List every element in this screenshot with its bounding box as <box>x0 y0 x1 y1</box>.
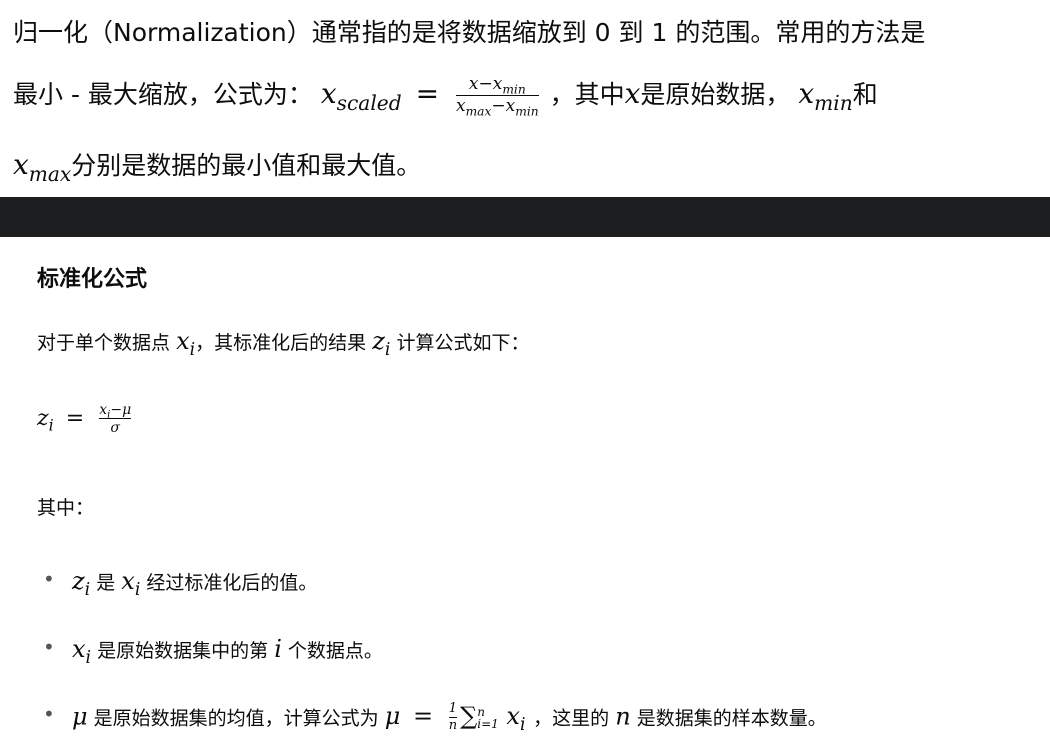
dark-divider-bar <box>0 197 1050 237</box>
minmax-denominator: xmax−xmin <box>455 95 539 119</box>
p1-part-c: 计算公式如下： <box>396 332 530 354</box>
minmax-fraction: x−xmin xmax−xmin <box>455 74 539 119</box>
formula-lhs: zi <box>37 405 54 435</box>
p1-part-a: 对于单个数据点 <box>37 332 171 354</box>
x-i-symbol: xi <box>121 567 141 601</box>
n-symbol: n <box>615 702 631 731</box>
x-scaled-symbol: xscaled <box>320 77 402 116</box>
mu-symbol: μ <box>72 702 88 731</box>
x-symbol: x <box>624 77 641 110</box>
z-i-symbol: zi <box>72 567 91 601</box>
paragraph-intro: 对于单个数据点 xi，其标准化后的结果 zi 计算公式如下： <box>37 327 530 361</box>
and-word: 和 <box>852 80 878 109</box>
section-heading: 标准化公式 <box>37 267 148 292</box>
i-symbol: i <box>274 635 282 663</box>
z-i-symbol: zi <box>372 327 391 361</box>
where-label: 其中： <box>37 497 95 519</box>
intro-l3-suffix: 分别是数据的最小值和最大值。 <box>71 151 422 180</box>
intro-line-1: 归一化（Normalization）通常指的是将数据缩放到 0 到 1 的范围。… <box>13 18 926 47</box>
equals-sign: = <box>415 77 440 110</box>
intro-l2-mid: ，其中 <box>549 80 625 109</box>
x-min-symbol: xmin <box>798 77 853 116</box>
zscore-numerator: xi−μ <box>99 402 132 421</box>
zscore-fraction: xi−μ σ <box>99 402 132 436</box>
x-i-symbol: xi <box>176 327 196 361</box>
list-item: xi 是原始数据集中的第 i 个数据点。 <box>37 635 383 669</box>
minmax-numerator: x−xmin <box>468 74 526 97</box>
list-item: zi 是 xi 经过标准化后的值。 <box>37 567 317 601</box>
mean-formula: μ = 1 n ∑ n i=1 xi <box>384 701 526 736</box>
zscore-formula: zi = xi−μ σ <box>37 402 134 436</box>
intro-l2-prefix: 最小 - 最大缩放，公式为： <box>13 80 313 109</box>
zscore-denominator: σ <box>99 418 132 436</box>
x-max-symbol: xmax <box>13 148 72 187</box>
intro-line-3: xmax分别是数据的最小值和最大值。 <box>13 146 422 187</box>
x-i-symbol: xi <box>72 635 92 669</box>
intro-l2-mid2: 是原始数据， <box>640 80 791 109</box>
p1-part-b: ，其标准化后的结果 <box>195 332 367 354</box>
list-item: μ 是原始数据集的均值，计算公式为 μ = 1n∑ni=1 xi ，这里的 n … <box>37 701 827 736</box>
intro-line-2: 最小 - 最大缩放，公式为： xscaled = x−xmin xmax−xmi… <box>13 74 878 119</box>
formula-equals: = <box>65 405 85 431</box>
